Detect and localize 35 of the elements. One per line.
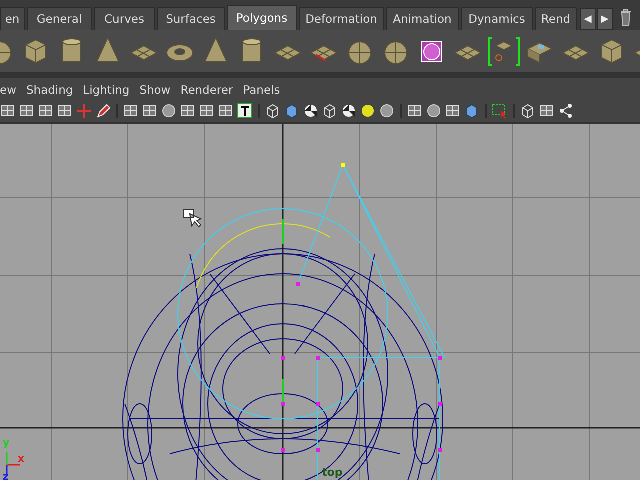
- menu-item[interactable]: ew: [0, 83, 26, 97]
- selection-icon[interactable]: [492, 103, 508, 119]
- wireframe-cube-icon[interactable]: [265, 103, 281, 119]
- cube-icon[interactable]: [520, 103, 536, 119]
- scroll-left-button[interactable]: ◀: [580, 8, 596, 30]
- cube-icon[interactable]: [322, 103, 338, 119]
- shaded-cube-icon[interactable]: [284, 103, 300, 119]
- shelf-tab[interactable]: Polygons: [227, 5, 297, 30]
- shelf-tab[interactable]: Animation: [386, 7, 459, 30]
- scroll-right-button[interactable]: ▶: [597, 8, 613, 30]
- axis-indicator-icon: [6, 452, 20, 476]
- shelf-tab[interactable]: en: [0, 7, 25, 30]
- menu-item[interactable]: Show: [140, 83, 181, 97]
- menu-item[interactable]: Renderer: [180, 83, 244, 97]
- sphere-icon[interactable]: [426, 103, 442, 119]
- sphere-icon[interactable]: [161, 103, 177, 119]
- menu-item[interactable]: Shading: [26, 83, 84, 97]
- sphere-icon[interactable]: [379, 103, 395, 119]
- shelf-tab[interactable]: Surfaces: [157, 7, 225, 30]
- camera-label: top: [322, 466, 343, 479]
- nodes-icon[interactable]: [558, 103, 574, 119]
- trash-icon[interactable]: [619, 9, 633, 27]
- axis-label: y: [3, 438, 10, 449]
- shelf-tab[interactable]: General: [27, 7, 92, 30]
- shelf-tab[interactable]: Curves: [94, 7, 155, 30]
- shelf-tab[interactable]: Rend: [535, 7, 577, 30]
- axis-label: x: [18, 454, 24, 465]
- shelf-tab[interactable]: Deformation: [299, 7, 384, 30]
- menu-item[interactable]: Lighting: [83, 83, 140, 97]
- menu-item[interactable]: Panels: [243, 83, 290, 97]
- text-icon[interactable]: [237, 103, 253, 119]
- light-bulb-icon[interactable]: [360, 103, 376, 119]
- cursor-icon: [184, 210, 202, 228]
- shelf-tab[interactable]: Dynamics: [461, 7, 533, 30]
- pencil-icon[interactable]: [95, 103, 111, 119]
